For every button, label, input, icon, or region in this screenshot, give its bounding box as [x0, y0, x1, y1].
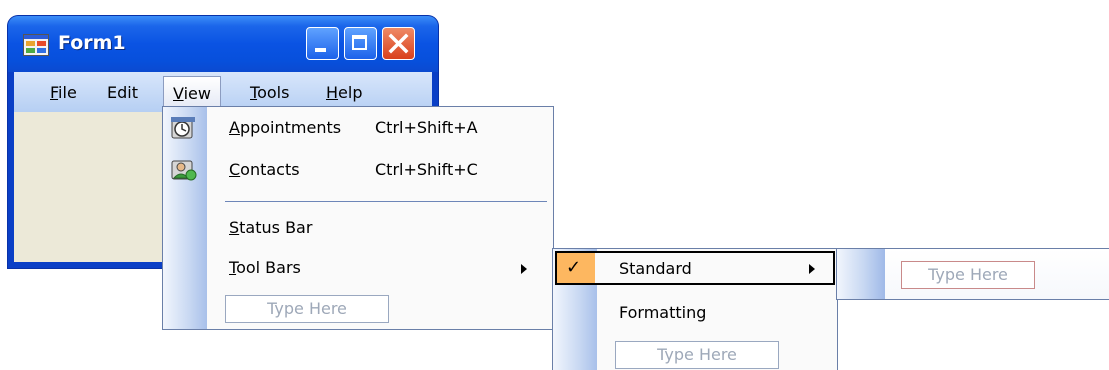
minimize-icon: [315, 48, 326, 52]
menu-file[interactable]: File: [50, 82, 77, 104]
menu-separator: [225, 201, 547, 202]
window-title: Form1: [58, 32, 126, 54]
view-dropdown-menu: Appointments Ctrl+Shift+A Contacts Ctrl+…: [162, 106, 554, 330]
menu-item-appointments[interactable]: Appointments: [229, 117, 341, 139]
appointments-icon: [171, 117, 195, 139]
checkmark-icon: ✓: [566, 257, 582, 278]
minimize-button[interactable]: [306, 27, 339, 60]
form-icon: [23, 34, 49, 56]
menu-tools[interactable]: Tools: [250, 82, 289, 104]
type-here-input[interactable]: Type Here: [901, 261, 1035, 289]
tool-bars-submenu: ✓ Standard Formatting Type Here: [552, 248, 838, 370]
maximize-icon: [352, 35, 367, 50]
contacts-icon: [171, 160, 197, 181]
type-here-input[interactable]: Type Here: [615, 341, 779, 369]
menu-help[interactable]: Help: [326, 82, 362, 104]
menu-item-formatting[interactable]: Formatting: [619, 302, 706, 324]
menu-item-status-bar[interactable]: Status Bar: [229, 217, 312, 239]
checked-indicator: ✓: [557, 253, 595, 283]
contacts-shortcut: Ctrl+Shift+C: [375, 160, 478, 179]
type-here-input[interactable]: Type Here: [225, 295, 389, 323]
menu-edit[interactable]: Edit: [107, 82, 138, 104]
maximize-button[interactable]: [344, 27, 377, 60]
submenu-arrow-icon: [809, 264, 815, 274]
menu-item-standard[interactable]: ✓ Standard: [555, 251, 835, 285]
close-button[interactable]: [382, 27, 415, 60]
strip-image-margin: [837, 249, 885, 299]
standard-label: Standard: [619, 259, 692, 278]
menu-item-tool-bars[interactable]: Tool Bars: [229, 257, 301, 279]
submenu-arrow-icon: [521, 264, 527, 274]
menu-item-contacts[interactable]: Contacts: [229, 159, 300, 181]
appointments-shortcut: Ctrl+Shift+A: [375, 118, 478, 137]
menu-view[interactable]: View: [163, 76, 221, 110]
standard-submenu-strip: Type Here: [836, 248, 1109, 300]
close-icon: [388, 33, 409, 54]
title-bar[interactable]: Form1: [8, 16, 438, 72]
